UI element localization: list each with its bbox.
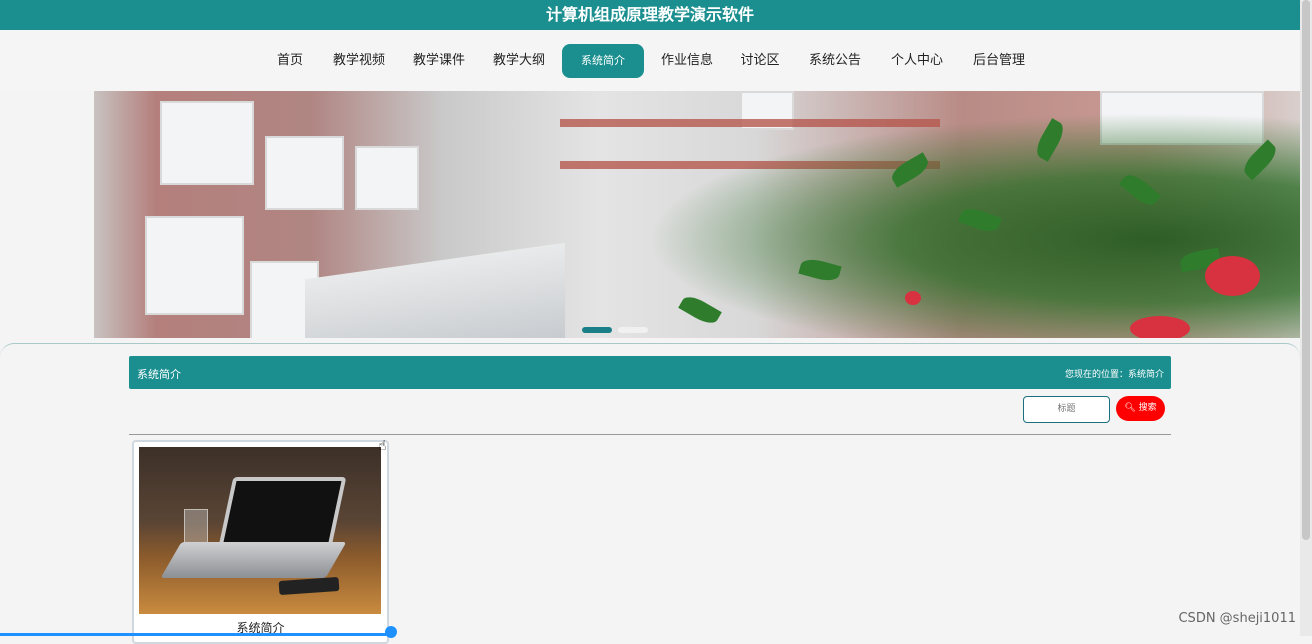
watermark: CSDN @sheji1011 — [1178, 611, 1296, 626]
app-title-bar: 计算机组成原理教学演示软件 — [0, 0, 1300, 30]
camellia-flower — [905, 291, 921, 305]
banner-margin — [0, 91, 94, 338]
phone — [278, 576, 340, 596]
laptop-base — [160, 542, 347, 578]
section-title: 系统简介 — [137, 368, 181, 381]
building-window — [355, 146, 419, 210]
nav-item-announcements[interactable]: 系统公告 — [804, 44, 866, 78]
scrollbar-thumb[interactable] — [1302, 0, 1310, 540]
foliage — [560, 91, 1300, 338]
nav-item-homework[interactable]: 作业信息 — [656, 44, 718, 78]
search-icon: 🔍︎ — [1124, 403, 1136, 413]
section-header: 系统简介 您现在的位置：系统简介 — [129, 356, 1171, 389]
camellia-flower — [1130, 316, 1190, 338]
breadcrumb: 您现在的位置：系统简介 — [1064, 370, 1164, 380]
carousel-dot[interactable] — [618, 327, 648, 333]
card-image[interactable] — [139, 447, 381, 614]
search-button[interactable]: 🔍︎ 搜索 — [1116, 396, 1165, 421]
app-title: 计算机组成原理教学演示软件 — [545, 5, 754, 24]
nav-item-home[interactable]: 首页 — [270, 44, 310, 78]
nav-item-courseware[interactable]: 教学课件 — [408, 44, 470, 78]
carousel-indicators — [582, 318, 654, 337]
building-canopy — [305, 242, 565, 338]
building-window — [265, 136, 344, 210]
main-nav: 首页 教学视频 教学课件 教学大纲 系统简介 作业信息 讨论区 系统公告 个人中… — [0, 30, 1300, 91]
camellia-flower — [1205, 256, 1260, 296]
building-window — [145, 216, 244, 315]
divider — [129, 434, 1171, 435]
nav-item-admin[interactable]: 后台管理 — [968, 44, 1030, 78]
banner-carousel[interactable] — [0, 91, 1300, 338]
search-button-label: 搜索 — [1138, 403, 1157, 413]
nav-item-profile[interactable]: 个人中心 — [886, 44, 948, 78]
nav-item-system-intro[interactable]: 系统简介 — [562, 44, 644, 78]
scroll-indicator — [385, 626, 397, 638]
nav-item-forum[interactable]: 讨论区 — [736, 44, 784, 78]
list-item[interactable]: 系统简介 — [132, 440, 389, 644]
carousel-dot[interactable] — [582, 327, 612, 333]
building-window — [160, 101, 254, 185]
nav-item-syllabus[interactable]: 教学大纲 — [488, 44, 550, 78]
hand-cursor-icon: ☝ — [378, 438, 387, 454]
title-search-input[interactable]: 标题 — [1023, 396, 1110, 423]
nav-item-videos[interactable]: 教学视频 — [328, 44, 390, 78]
